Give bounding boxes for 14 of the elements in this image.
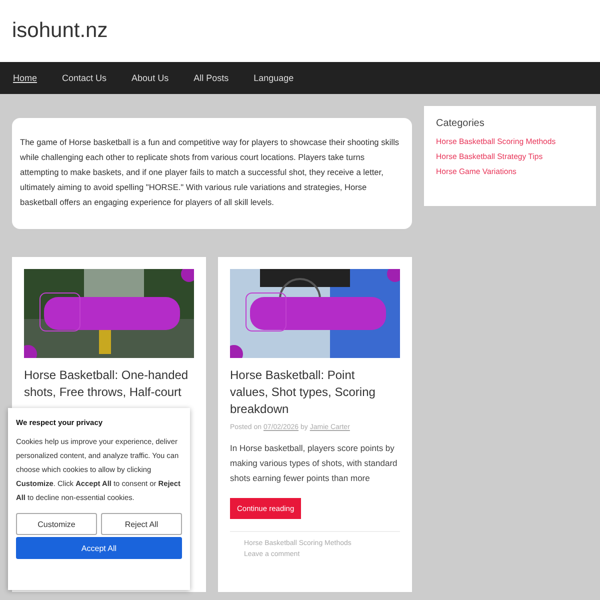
intro-text: The game of Horse basketball is a fun and competitive way for players to showcase their shooting skills while challenging each other to replicate shots from various court locations. Players take turns attempting to make baskets, and if one player fails to match a successful shot, they receive a letter, ultimately aiming to avoid spelling "HORSE." With various rule variations and strategies, Horse basketball offers an engaging experience for players of all skill levels.	[12, 118, 412, 229]
cookie-button[interactable]: Customize	[16, 513, 97, 535]
post-excerpt: In Horse basketball, players score points by making various types of shots, with standard shots earning fewer points than more	[230, 442, 398, 485]
accept-all-button[interactable]: Accept All	[16, 537, 182, 559]
nav-link[interactable]: Home	[13, 73, 38, 83]
cookie-button[interactable]: Reject All	[101, 513, 182, 535]
nav-link[interactable]: Language	[254, 73, 294, 83]
post-title[interactable]: Horse Basketball: One-handed shots, Free throws, Half-court	[24, 367, 194, 401]
sidebar-title: Categories	[436, 118, 486, 129]
nav-link[interactable]: Contact Us	[62, 73, 107, 83]
nav-link[interactable]: About Us	[132, 73, 169, 83]
nav-link[interactable]: All Posts	[194, 73, 229, 83]
post-title[interactable]: Horse Basketball: Point values, Shot types, Scoring breakdown	[230, 367, 400, 418]
site-title[interactable]: isohunt.nz	[12, 19, 108, 43]
